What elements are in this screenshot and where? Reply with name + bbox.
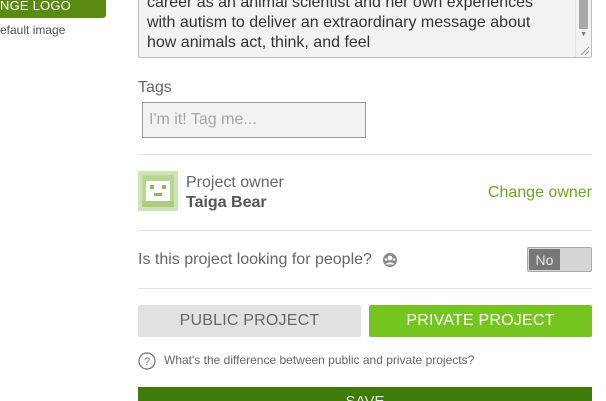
- svg-text:?: ?: [144, 356, 150, 368]
- description-line: career as an animal scientist and her ow…: [147, 0, 533, 11]
- tags-input[interactable]: [142, 102, 366, 138]
- looking-for-people-label: Is this project looking for people?: [138, 251, 372, 268]
- tags-label: Tags: [138, 79, 172, 96]
- description-line: how animals act, think, and feel: [147, 34, 371, 51]
- question-circle-icon[interactable]: ?: [138, 352, 156, 370]
- scroll-down-arrow-icon[interactable]: ▼: [580, 31, 587, 38]
- toggle-knob: No: [529, 249, 560, 270]
- scrollbar-thumb[interactable]: [579, 0, 588, 29]
- default-image-link[interactable]: efault image: [0, 23, 65, 37]
- divider: [138, 230, 592, 231]
- divider: [138, 288, 592, 289]
- change-owner-link[interactable]: Change owner: [488, 184, 592, 202]
- change-logo-label: NGE LOGO: [0, 0, 71, 13]
- description-line: with autism to deliver an extraordinary …: [147, 14, 531, 31]
- people-group-icon[interactable]: [382, 252, 398, 268]
- description-text: career as an animal scientist and her ow…: [147, 0, 567, 53]
- divider: [138, 154, 592, 155]
- owner-caption: Project owner: [186, 174, 284, 191]
- looking-for-people-toggle[interactable]: No: [527, 247, 592, 272]
- private-project-button[interactable]: PRIVATE PROJECT: [369, 305, 592, 337]
- resize-grip-icon[interactable]: [579, 45, 589, 55]
- description-textarea[interactable]: career as an animal scientist and her ow…: [138, 0, 592, 58]
- public-project-button[interactable]: PUBLIC PROJECT: [138, 305, 361, 337]
- owner-name: Taiga Bear: [186, 194, 267, 211]
- save-button[interactable]: SAVE: [138, 387, 592, 401]
- public-private-help-link[interactable]: What's the difference between public and…: [164, 353, 474, 367]
- change-logo-button[interactable]: NGE LOGO: [0, 0, 106, 18]
- owner-avatar: [138, 171, 178, 211]
